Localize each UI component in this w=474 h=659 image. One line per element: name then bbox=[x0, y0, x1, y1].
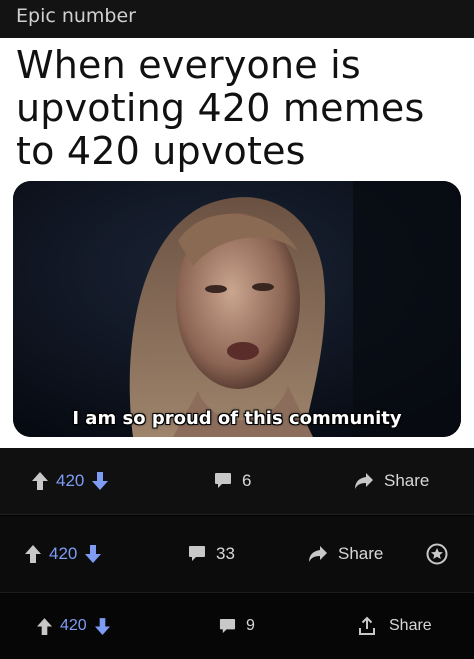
post-action-bar: 420 9 Share bbox=[0, 593, 474, 659]
share-label: Share bbox=[338, 544, 384, 563]
comments-button[interactable]: 6 bbox=[214, 471, 251, 491]
downvote-icon[interactable] bbox=[94, 617, 110, 635]
share-arrow-icon bbox=[354, 472, 374, 490]
vote-group: 420 bbox=[37, 617, 110, 635]
share-upload-icon bbox=[357, 616, 377, 636]
share-button[interactable]: Share bbox=[354, 471, 429, 491]
meme-image[interactable]: When everyone is upvoting 420 memes to 4… bbox=[0, 38, 474, 448]
share-arrow-icon bbox=[308, 545, 328, 563]
comment-count: 9 bbox=[246, 617, 255, 634]
downvote-icon[interactable] bbox=[92, 472, 109, 490]
vote-group: 420 bbox=[32, 471, 109, 491]
post-title[interactable]: Epic number bbox=[16, 5, 136, 27]
comment-count: 6 bbox=[242, 471, 252, 490]
comment-count: 33 bbox=[216, 544, 235, 563]
caption-line: When everyone is bbox=[16, 43, 361, 87]
award-icon bbox=[426, 543, 448, 565]
upvote-icon[interactable] bbox=[32, 472, 48, 490]
upvote-icon[interactable] bbox=[37, 617, 52, 635]
vote-group: 420 bbox=[25, 544, 102, 564]
vote-count: 420 bbox=[56, 471, 85, 490]
vote-count: 420 bbox=[60, 617, 87, 634]
meme-caption: When everyone is upvoting 420 memes to 4… bbox=[16, 44, 466, 173]
caption-line: upvoting 420 memes bbox=[16, 86, 425, 130]
post-action-bar: 420 33 Share bbox=[0, 516, 474, 593]
woman-portrait-illustration bbox=[13, 181, 461, 437]
post-header: Epic number bbox=[0, 0, 474, 38]
share-label: Share bbox=[384, 471, 430, 490]
meme-photo: I am so proud of this community bbox=[13, 181, 461, 437]
comment-bubble-icon bbox=[214, 472, 232, 490]
comment-bubble-icon bbox=[219, 618, 236, 635]
share-button[interactable]: Share bbox=[357, 616, 432, 636]
downvote-icon[interactable] bbox=[85, 545, 102, 563]
share-label: Share bbox=[389, 617, 432, 634]
award-button[interactable] bbox=[426, 543, 448, 565]
share-button[interactable]: Share bbox=[308, 544, 383, 564]
comments-button[interactable]: 33 bbox=[188, 544, 235, 564]
upvote-icon[interactable] bbox=[25, 545, 41, 563]
caption-line: to 420 upvotes bbox=[16, 129, 306, 173]
post-action-bar: 420 6 Share bbox=[0, 448, 474, 515]
comment-bubble-icon bbox=[188, 545, 206, 563]
meme-subtitle: I am so proud of this community bbox=[72, 408, 402, 429]
vote-count: 420 bbox=[49, 544, 78, 563]
comments-button[interactable]: 9 bbox=[219, 617, 255, 635]
